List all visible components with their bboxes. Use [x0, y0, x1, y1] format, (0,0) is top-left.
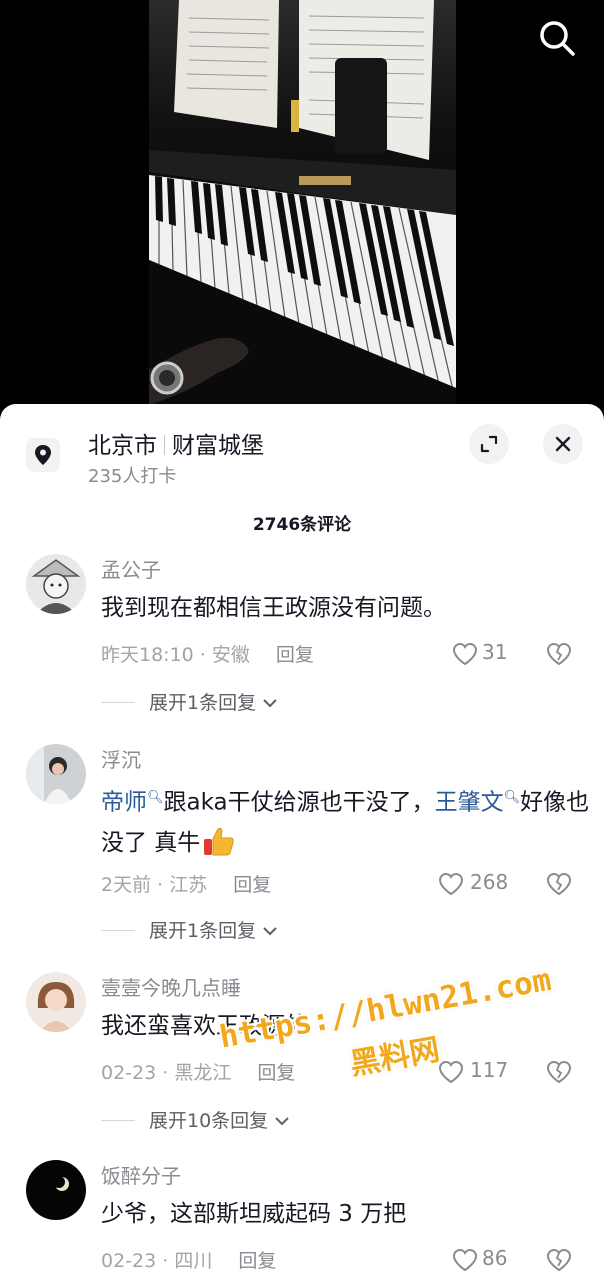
avatar[interactable] [26, 972, 86, 1032]
like-button[interactable]: 31 [452, 640, 512, 668]
search-icon: 🔍︎ [147, 790, 164, 805]
divider-line [101, 1120, 135, 1121]
comment-time-location: 昨天18:10 · 安徽 [101, 644, 250, 666]
comment-text: 帝师🔍︎跟aka干仗给源也干没了，王肇文🔍︎好像也没了 真牛 [101, 789, 590, 856]
search-icon [540, 21, 575, 56]
search-button[interactable] [534, 14, 582, 62]
reply-button[interactable]: 回复 [233, 874, 271, 896]
reply-button[interactable]: 回复 [257, 1062, 295, 1084]
comment-item: 孟公子 我到现在都相信王政源没有问题。 昨天18:10 · 安徽 回复 31 展开… [0, 554, 604, 714]
mention-link[interactable]: 帝师 [101, 790, 147, 816]
comment-meta: 2天前 · 江苏 回复 [101, 870, 271, 897]
comment-count: 2746条评论 [252, 515, 352, 535]
chevron-down-icon [263, 927, 277, 936]
search-icon: 🔍︎ [503, 790, 521, 805]
divider-line [101, 930, 135, 931]
comment-item: 壹壹今晚几点睡 我还蛮喜欢王政源的 02-23 · 黑龙江 回复 117 展开10… [0, 972, 604, 1132]
video-frame[interactable] [149, 0, 456, 405]
broken-heart-icon [546, 1060, 572, 1084]
like-count: 86 [482, 1246, 508, 1270]
expand-icon [480, 435, 498, 453]
comment-item: 浮沉 帝师🔍︎跟aka干仗给源也干没了，王肇文🔍︎好像也没了 真牛 2天前 · … [0, 744, 604, 944]
expand-replies-button[interactable]: 展开10条回复 [101, 1106, 321, 1134]
avatar[interactable] [26, 554, 86, 614]
comment-time-location: 02-23 · 黑龙江 [101, 1062, 232, 1084]
avatar[interactable] [26, 1160, 86, 1220]
comment-time-location: 02-23 · 四川 [101, 1250, 213, 1272]
dislike-button[interactable] [546, 872, 572, 898]
like-count: 31 [482, 640, 508, 664]
comment-username[interactable]: 壹壹今晚几点睡 [101, 972, 241, 1001]
broken-heart-icon [546, 872, 572, 896]
comment-item: 饭醉分子 少爷，这部斯坦威起码 3 万把 02-23 · 四川 回复 86 [0, 1160, 604, 1280]
like-count: 117 [470, 1058, 509, 1082]
comment-text: 少爷，这部斯坦威起码 3 万把 [101, 1201, 407, 1227]
location-checkins: 235人打卡 [88, 466, 177, 487]
expand-replies-label: 展开1条回复 [149, 916, 278, 943]
expand-replies-label: 展开10条回复 [149, 1106, 290, 1133]
heart-icon [438, 872, 464, 896]
comment-sheet: 北京市 财富城堡 235人打卡 2746条评论 孟公子 我到现在都相信王政源没有… [0, 404, 604, 1280]
comment-meta: 昨天18:10 · 安徽 回复 [101, 640, 314, 667]
chevron-down-icon [275, 1117, 289, 1126]
broken-heart-icon [546, 1248, 572, 1272]
expand-replies-button[interactable]: 展开1条回复 [101, 916, 301, 944]
dislike-button[interactable] [546, 1248, 572, 1274]
expand-sheet-button[interactable] [469, 424, 509, 464]
comment-meta: 02-23 · 黑龙江 回复 [101, 1058, 295, 1085]
location-divider [164, 435, 165, 455]
piano-video [149, 0, 456, 405]
comment-meta: 02-23 · 四川 回复 [101, 1246, 276, 1273]
location-pin-icon [26, 438, 60, 472]
reply-button[interactable]: 回复 [238, 1250, 276, 1272]
like-button[interactable]: 117 [438, 1058, 508, 1086]
reply-button[interactable]: 回复 [276, 644, 314, 666]
comment-username[interactable]: 孟公子 [101, 554, 161, 583]
heart-icon [452, 1248, 478, 1272]
avatar[interactable] [26, 744, 86, 804]
chevron-down-icon [263, 699, 277, 708]
location-header[interactable]: 北京市 财富城堡 235人打卡 [0, 404, 604, 500]
comment-text: 我到现在都相信王政源没有问题。 [101, 595, 446, 621]
location-place: 财富城堡 [172, 433, 264, 459]
like-count: 268 [470, 870, 509, 894]
heart-icon [438, 1060, 464, 1084]
video-player[interactable] [0, 0, 604, 420]
like-button[interactable]: 86 [452, 1246, 512, 1274]
dislike-button[interactable] [546, 642, 572, 668]
like-button[interactable]: 268 [438, 870, 508, 898]
comment-username[interactable]: 饭醉分子 [101, 1160, 181, 1189]
broken-heart-icon [546, 642, 572, 666]
divider-line [101, 702, 135, 703]
heart-icon [452, 642, 478, 666]
comment-text: 我还蛮喜欢王政源的 [101, 1013, 308, 1039]
thumbs-up-emoji-icon [204, 827, 235, 856]
comment-time-location: 2天前 · 江苏 [101, 874, 208, 896]
location-city: 北京市 [88, 433, 157, 459]
close-button[interactable] [543, 424, 583, 464]
mention-link[interactable]: 王肇文 [435, 790, 504, 816]
close-icon [555, 436, 571, 452]
expand-replies-label: 展开1条回复 [149, 688, 278, 715]
location-title[interactable]: 北京市 财富城堡 [88, 426, 264, 460]
comment-username[interactable]: 浮沉 [101, 744, 141, 773]
dislike-button[interactable] [546, 1060, 572, 1086]
expand-replies-button[interactable]: 展开1条回复 [101, 688, 301, 716]
